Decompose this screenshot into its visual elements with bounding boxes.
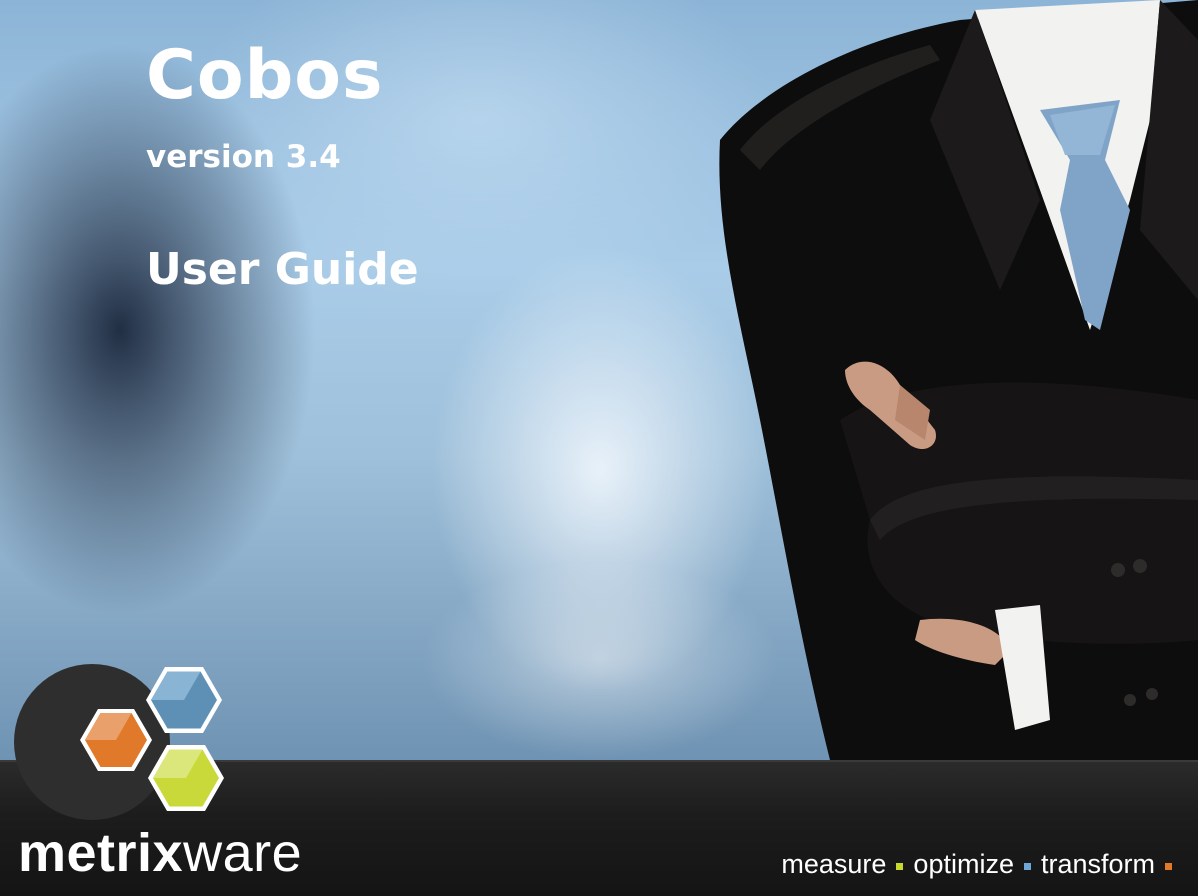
tagline-word-transform: transform	[1040, 849, 1155, 879]
brand-wordmark: metrixware	[18, 826, 302, 880]
version-label: version 3.4	[146, 139, 341, 175]
tagline-separator-blue	[1023, 863, 1031, 870]
brand-tagline: measure optimize transform	[781, 851, 1182, 878]
brand-name-part2: ware	[183, 823, 303, 883]
document-title: Cobos	[146, 36, 384, 115]
tagline-word-optimize: optimize	[913, 849, 1014, 879]
tagline-separator-orange	[1165, 863, 1172, 870]
document-subtitle: User Guide	[146, 244, 419, 295]
hexagon-cluster-logo-icon	[14, 664, 224, 820]
tagline-word-measure: measure	[781, 849, 887, 879]
tagline-separator-green	[896, 863, 904, 870]
brand-name-part1: metrix	[18, 823, 184, 883]
cover-page: Cobos version 3.4 User Guide metrixware …	[0, 0, 1198, 896]
